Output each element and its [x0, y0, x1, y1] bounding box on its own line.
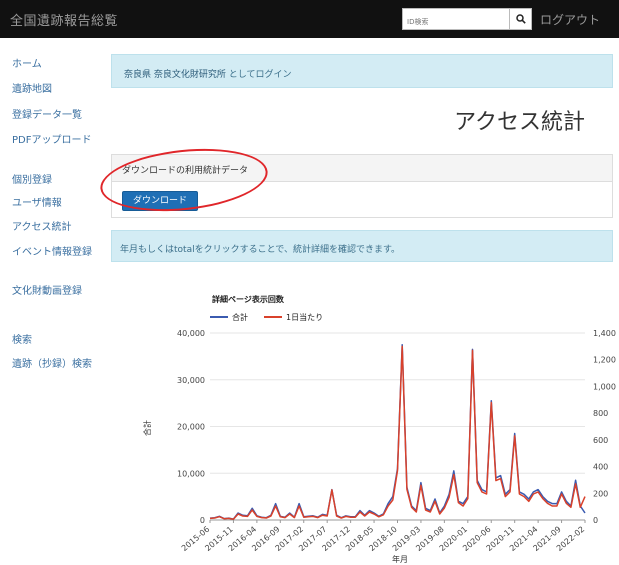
series-line-daily	[209, 345, 586, 520]
y2-tick-label: 0	[593, 516, 598, 525]
y-tick-label: 40,000	[177, 329, 205, 338]
y2-tick-label: 400	[593, 463, 608, 472]
chart-title: 詳細ページ表示回数	[212, 294, 285, 304]
y2-tick-label: 1,400	[593, 329, 616, 338]
y-tick-label: 0	[200, 516, 205, 525]
y2-tick-label: 600	[593, 436, 608, 445]
legend-label-total: 合計	[232, 312, 248, 322]
y2-tick-label: 800	[593, 409, 608, 418]
y-tick-label: 30,000	[177, 376, 205, 385]
y-axis-title: 合計	[142, 420, 152, 436]
series-line-total	[209, 343, 586, 520]
y-tick-label: 10,000	[177, 469, 205, 478]
access-chart: 詳細ページ表示回数合計 1日当たり 0 10,000 20,000 30,000 40,00…	[142, 294, 616, 564]
x-axis-title: 年月	[392, 554, 408, 564]
y-tick-label: 20,000	[177, 423, 205, 432]
legend-label-daily: 1日当たり	[286, 312, 323, 322]
y2-tick-label: 200	[593, 489, 608, 498]
y2-tick-label: 1,200	[593, 356, 616, 365]
y2-tick-label: 1,000	[593, 382, 616, 391]
